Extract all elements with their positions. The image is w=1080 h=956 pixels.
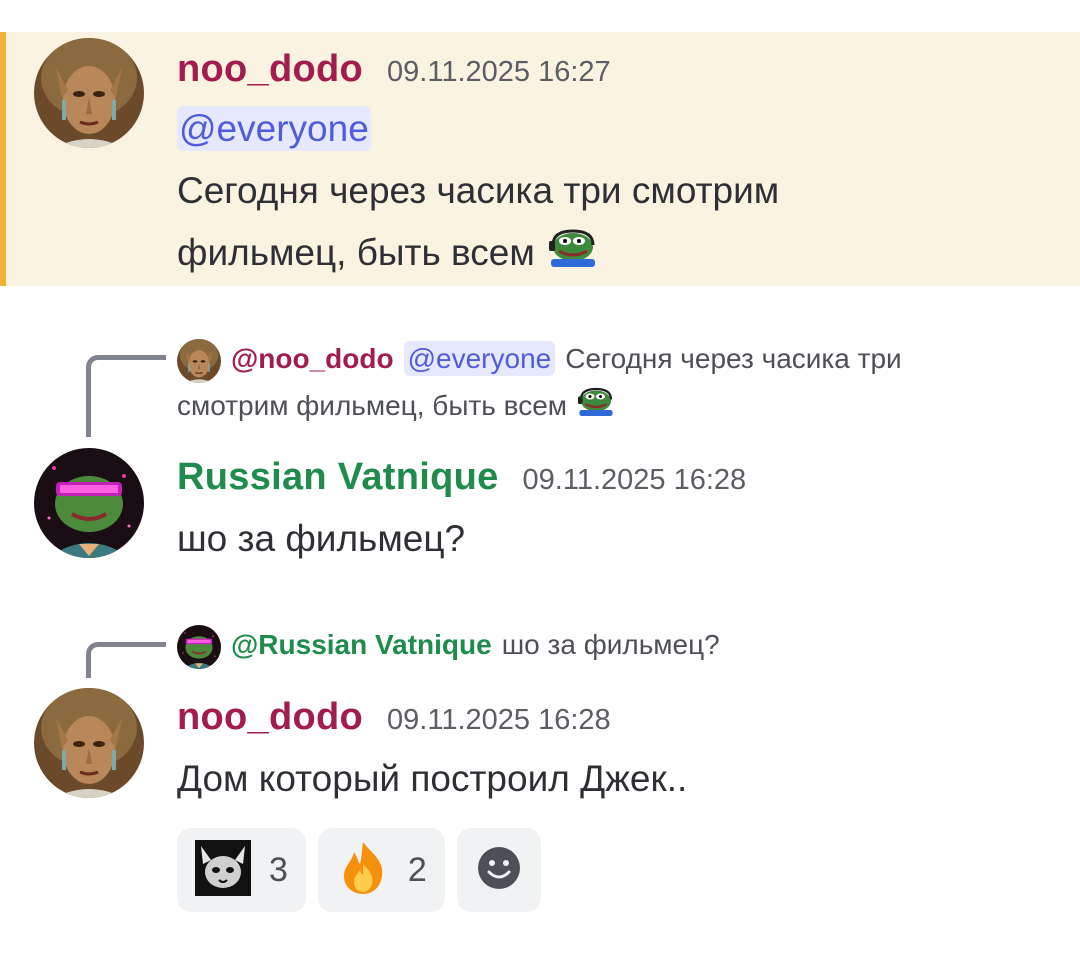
reply-text: шо за фильмец?: [501, 629, 720, 660]
timestamp: 09.11.2025 16:28: [522, 464, 747, 496]
add-reaction-button[interactable]: [456, 828, 541, 912]
cat-meme-emoji: [195, 839, 251, 901]
message-content: шо за фильмец?: [177, 518, 466, 559]
reply-text: Сегодня через часика три: [565, 343, 902, 374]
reactions-bar: 3 2: [177, 828, 541, 912]
message-content: Дом который построил Джек..: [177, 758, 688, 799]
timestamp: 09.11.2025 16:27: [387, 56, 611, 88]
avatar[interactable]: [34, 448, 144, 558]
reply-preview[interactable]: @Russian Vatnique шо за фильмец?: [177, 622, 1047, 669]
reaction-count: 3: [269, 850, 288, 889]
pepe-headset-emoji: [575, 384, 617, 430]
reaction-fire[interactable]: 2: [317, 828, 445, 912]
pepe-headset-emoji: [545, 224, 601, 286]
avatar: [177, 625, 221, 669]
timestamp: 09.11.2025 16:28: [387, 704, 611, 736]
add-reaction-icon: [477, 846, 521, 895]
message-line: Сегодня через часика три смотрим: [177, 170, 780, 211]
everyone-mention[interactable]: @everyone: [403, 341, 556, 376]
everyone-mention[interactable]: @everyone: [177, 106, 371, 151]
username[interactable]: noo_dodo: [177, 48, 363, 91]
message-content: @everyone Сегодня через часика три смотр…: [177, 98, 1037, 286]
message-line: фильмец, быть всем: [177, 232, 535, 273]
reply-text: смотрим фильмец, быть всем: [177, 389, 568, 421]
username[interactable]: noo_dodo: [177, 696, 363, 739]
username[interactable]: Russian Vatnique: [177, 456, 499, 499]
avatar: [177, 339, 221, 383]
fire-emoji: [336, 840, 390, 901]
reply-spine: [86, 642, 166, 678]
message-highlighted: noo_dodo 09.11.2025 16:27 @everyone Сего…: [0, 32, 1080, 286]
avatar[interactable]: [34, 688, 144, 798]
avatar[interactable]: [34, 38, 144, 148]
reaction-count: 2: [407, 850, 427, 889]
reaction-cat-meme[interactable]: 3: [177, 828, 306, 912]
reply-spine: [86, 355, 166, 437]
reply-username[interactable]: @Russian Vatnique: [231, 629, 492, 660]
reply-preview[interactable]: @noo_dodo @everyone Сегодня через часика т…: [177, 336, 1047, 430]
reply-username[interactable]: @noo_dodo: [231, 343, 394, 374]
